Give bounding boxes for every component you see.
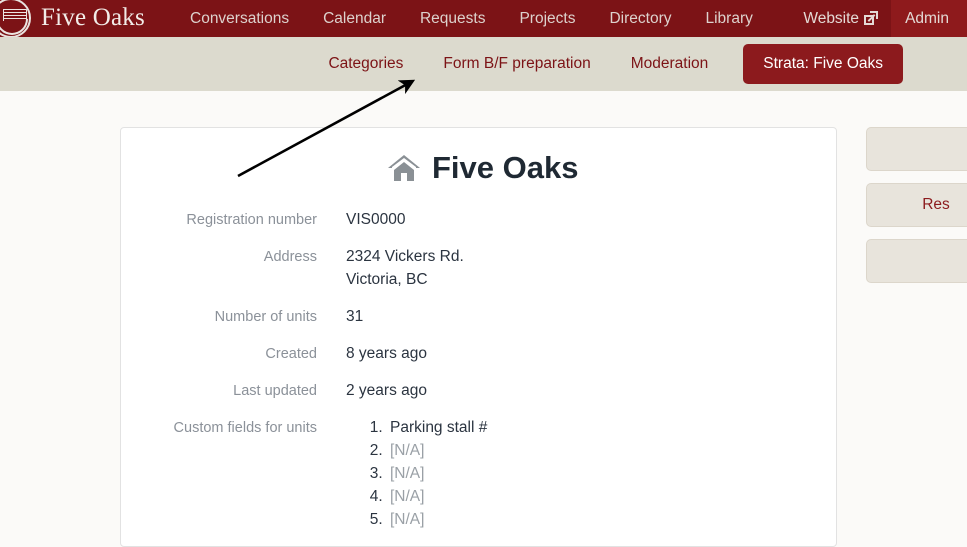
address-line-1: 2324 Vickers Rd. (346, 248, 464, 265)
nav-item-directory[interactable]: Directory (592, 0, 688, 37)
nav-item-calendar[interactable]: Calendar (306, 0, 403, 37)
nav-item-library[interactable]: Library (688, 0, 769, 37)
custom-field-value: [N/A] (390, 488, 425, 505)
detail-label: Custom fields for units (173, 420, 317, 436)
list-item: [N/A] (387, 462, 487, 485)
detail-row-last-updated: Last updated 2 years ago (121, 379, 836, 402)
subnav-item-moderation[interactable]: Moderation (611, 55, 729, 73)
top-nav-right-group: Website Admin (789, 0, 967, 37)
detail-row-custom-fields: Custom fields for units Parking stall # … (121, 416, 836, 531)
page-title: Five Oaks (387, 150, 836, 186)
detail-value: Parking stall # [N/A] [N/A] [N/A] [N/A] (346, 416, 487, 531)
brand-title[interactable]: Five Oaks (41, 0, 145, 37)
strata-five-oaks-button[interactable]: Strata: Five Oaks (743, 44, 903, 84)
detail-label: Last updated (233, 383, 317, 399)
book-circle-logo-icon[interactable] (0, 0, 31, 38)
custom-field-value: [N/A] (390, 511, 425, 528)
detail-label: Registration number (186, 212, 317, 228)
custom-fields-list: Parking stall # [N/A] [N/A] [N/A] [N/A] (346, 416, 487, 531)
custom-field-value: [N/A] (390, 442, 425, 459)
detail-label: Created (265, 346, 317, 362)
sidebar-action-button-1[interactable] (866, 127, 967, 171)
list-item: Parking stall # (387, 416, 487, 439)
detail-value: 31 (346, 308, 364, 325)
nav-item-admin[interactable]: Admin (891, 0, 967, 37)
detail-row-number-of-units: Number of units 31 (121, 305, 836, 328)
subnav-item-categories[interactable]: Categories (308, 55, 423, 73)
address-line-2: Victoria, BC (346, 271, 428, 288)
external-link-icon (864, 11, 879, 25)
house-icon (387, 153, 421, 183)
sidebar-action-button-reset[interactable]: Res (866, 183, 967, 227)
list-item: [N/A] (387, 508, 487, 531)
detail-row-address: Address 2324 Vickers Rd. Victoria, BC (121, 245, 836, 291)
detail-value: 2 years ago (346, 382, 427, 399)
list-item: [N/A] (387, 485, 487, 508)
sidebar-action-button-3[interactable] (866, 239, 967, 283)
top-navigation-bar: Five Oaks Conversations Calendar Request… (0, 0, 967, 38)
secondary-navigation-bar: Categories Form B/F preparation Moderati… (0, 37, 967, 91)
nav-item-conversations[interactable]: Conversations (173, 0, 306, 37)
page-body: Five Oaks Registration number VIS0000 Ad… (0, 91, 967, 547)
details-list: Registration number VIS0000 Address 2324… (121, 208, 836, 531)
detail-row-registration-number: Registration number VIS0000 (121, 208, 836, 231)
nav-item-website[interactable]: Website (789, 0, 891, 37)
nav-item-requests[interactable]: Requests (403, 0, 502, 37)
detail-value: VIS0000 (346, 211, 406, 228)
detail-label: Address (263, 249, 317, 265)
detail-value: 2324 Vickers Rd. Victoria, BC (346, 245, 464, 291)
detail-label: Number of units (214, 309, 317, 325)
website-label: Website (803, 9, 860, 27)
page-title-text: Five Oaks (432, 150, 579, 185)
nav-item-projects[interactable]: Projects (502, 0, 592, 37)
top-nav-links: Conversations Calendar Requests Projects… (173, 0, 770, 37)
detail-value: 8 years ago (346, 345, 427, 362)
strata-details-card: Five Oaks Registration number VIS0000 Ad… (120, 127, 837, 547)
custom-field-value: Parking stall # (390, 419, 488, 436)
subnav-item-form-bf-preparation[interactable]: Form B/F preparation (423, 55, 610, 73)
detail-row-created: Created 8 years ago (121, 342, 836, 365)
list-item: [N/A] (387, 439, 487, 462)
custom-field-value: [N/A] (390, 465, 425, 482)
